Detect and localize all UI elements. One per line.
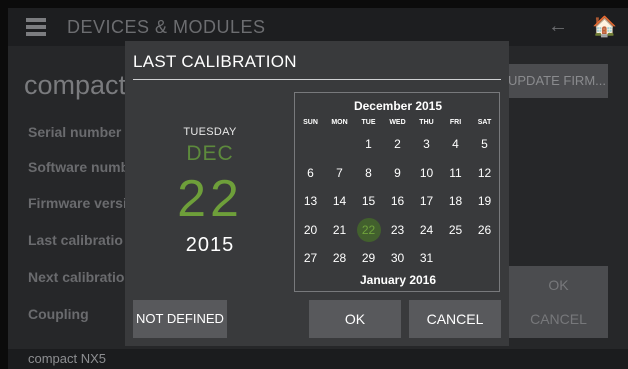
selected-weekday: TUESDAY bbox=[183, 126, 237, 138]
calendar-day[interactable]: 30 bbox=[386, 246, 410, 270]
calendar-day[interactable]: 2 bbox=[386, 132, 410, 156]
screen-frame-top bbox=[0, 0, 628, 8]
calendar-day[interactable]: 11 bbox=[444, 161, 468, 185]
selected-year[interactable]: 2015 bbox=[125, 234, 295, 257]
selected-day[interactable]: 22 bbox=[125, 169, 295, 229]
field-label-software-number: Software numb bbox=[28, 159, 130, 175]
calendar-weekday-mon: MON bbox=[331, 119, 348, 126]
calendar-day[interactable]: 17 bbox=[415, 189, 439, 213]
status-bar: compact NX5 bbox=[8, 349, 628, 369]
screen-frame-left bbox=[0, 0, 8, 369]
background-cancel-button: CANCEL bbox=[509, 300, 608, 338]
calendar-weekday-sun: SUN bbox=[303, 119, 318, 126]
calendar-day[interactable]: 13 bbox=[299, 189, 323, 213]
calendar-day[interactable]: 29 bbox=[357, 246, 381, 270]
dialog-title-divider bbox=[133, 79, 501, 80]
calendar-day[interactable]: 28 bbox=[328, 246, 352, 270]
not-defined-button[interactable]: NOT DEFINED bbox=[133, 300, 227, 338]
dialog-title: LAST CALIBRATION bbox=[133, 52, 297, 71]
selected-month[interactable]: DEC bbox=[125, 142, 295, 166]
field-label-coupling: Coupling bbox=[28, 306, 89, 322]
status-device-name: compact NX5 bbox=[28, 351, 107, 366]
calendar-day[interactable]: 3 bbox=[415, 132, 439, 156]
arrow-left-icon[interactable]: ← bbox=[548, 15, 568, 38]
calendar-next-month-label[interactable]: January 2016 bbox=[295, 273, 501, 287]
calendar-day[interactable]: 23 bbox=[386, 218, 410, 242]
cancel-button[interactable]: CANCEL bbox=[409, 300, 501, 338]
calendar-day[interactable]: 1 bbox=[357, 132, 381, 156]
calendar-weekday-thu: THU bbox=[419, 119, 434, 126]
field-label-last-calibration: Last calibratio bbox=[28, 232, 123, 248]
calendar-day[interactable]: 5 bbox=[473, 132, 497, 156]
calendar-day[interactable]: 24 bbox=[415, 218, 439, 242]
field-label-serial-number: Serial number bbox=[28, 124, 122, 140]
field-label-firmware-version: Firmware versi bbox=[28, 195, 127, 211]
calendar-day[interactable]: 6 bbox=[299, 161, 323, 185]
calendar-weekday-fri: FRI bbox=[449, 119, 462, 126]
calendar-day[interactable]: 10 bbox=[415, 161, 439, 185]
calendar-day[interactable]: 19 bbox=[473, 189, 497, 213]
home-icon[interactable]: 🏠 bbox=[592, 14, 617, 39]
calendar-day[interactable]: 18 bbox=[444, 189, 468, 213]
calendar-weekday-sat: SAT bbox=[477, 119, 492, 126]
calendar-day[interactable]: 4 bbox=[444, 132, 468, 156]
last-calibration-dialog: LAST CALIBRATION TUESDAY DEC 22 2015 Dec… bbox=[125, 41, 509, 346]
calendar-day[interactable]: 7 bbox=[328, 161, 352, 185]
calendar-day[interactable]: 27 bbox=[299, 246, 323, 270]
calendar-day-selected[interactable]: 22 bbox=[356, 217, 381, 242]
calendar-day[interactable]: 8 bbox=[357, 161, 381, 185]
ok-button[interactable]: OK bbox=[309, 300, 401, 338]
calendar-weekday-wed: WED bbox=[389, 119, 406, 126]
menu-icon[interactable] bbox=[26, 18, 46, 36]
calendar-day[interactable]: 26 bbox=[473, 218, 497, 242]
calendar-day[interactable]: 14 bbox=[328, 189, 352, 213]
calendar-day[interactable]: 21 bbox=[328, 218, 352, 242]
field-label-next-calibration: Next calibratio bbox=[28, 269, 125, 285]
calendar-day[interactable]: 20 bbox=[299, 218, 323, 242]
calendar-day[interactable]: 25 bbox=[444, 218, 468, 242]
calendar-day[interactable]: 9 bbox=[386, 161, 410, 185]
background-ok-button: OK bbox=[509, 266, 608, 304]
calendar-month-label: December 2015 bbox=[353, 99, 443, 113]
calendar-weekday-tue: TUE bbox=[361, 119, 376, 126]
calendar-day[interactable]: 31 bbox=[415, 246, 439, 270]
app-title: DEVICES & MODULES bbox=[67, 17, 266, 37]
calendar-picker: December 2015 January 2016 SUN MON TUE WED T… bbox=[294, 92, 500, 292]
update-firmware-button[interactable]: UPDATE FIRM... bbox=[506, 64, 608, 98]
calendar-day[interactable]: 16 bbox=[386, 189, 410, 213]
device-name: compact bbox=[24, 70, 127, 100]
calendar-day[interactable]: 12 bbox=[473, 161, 497, 185]
calendar-day[interactable]: 15 bbox=[357, 189, 381, 213]
